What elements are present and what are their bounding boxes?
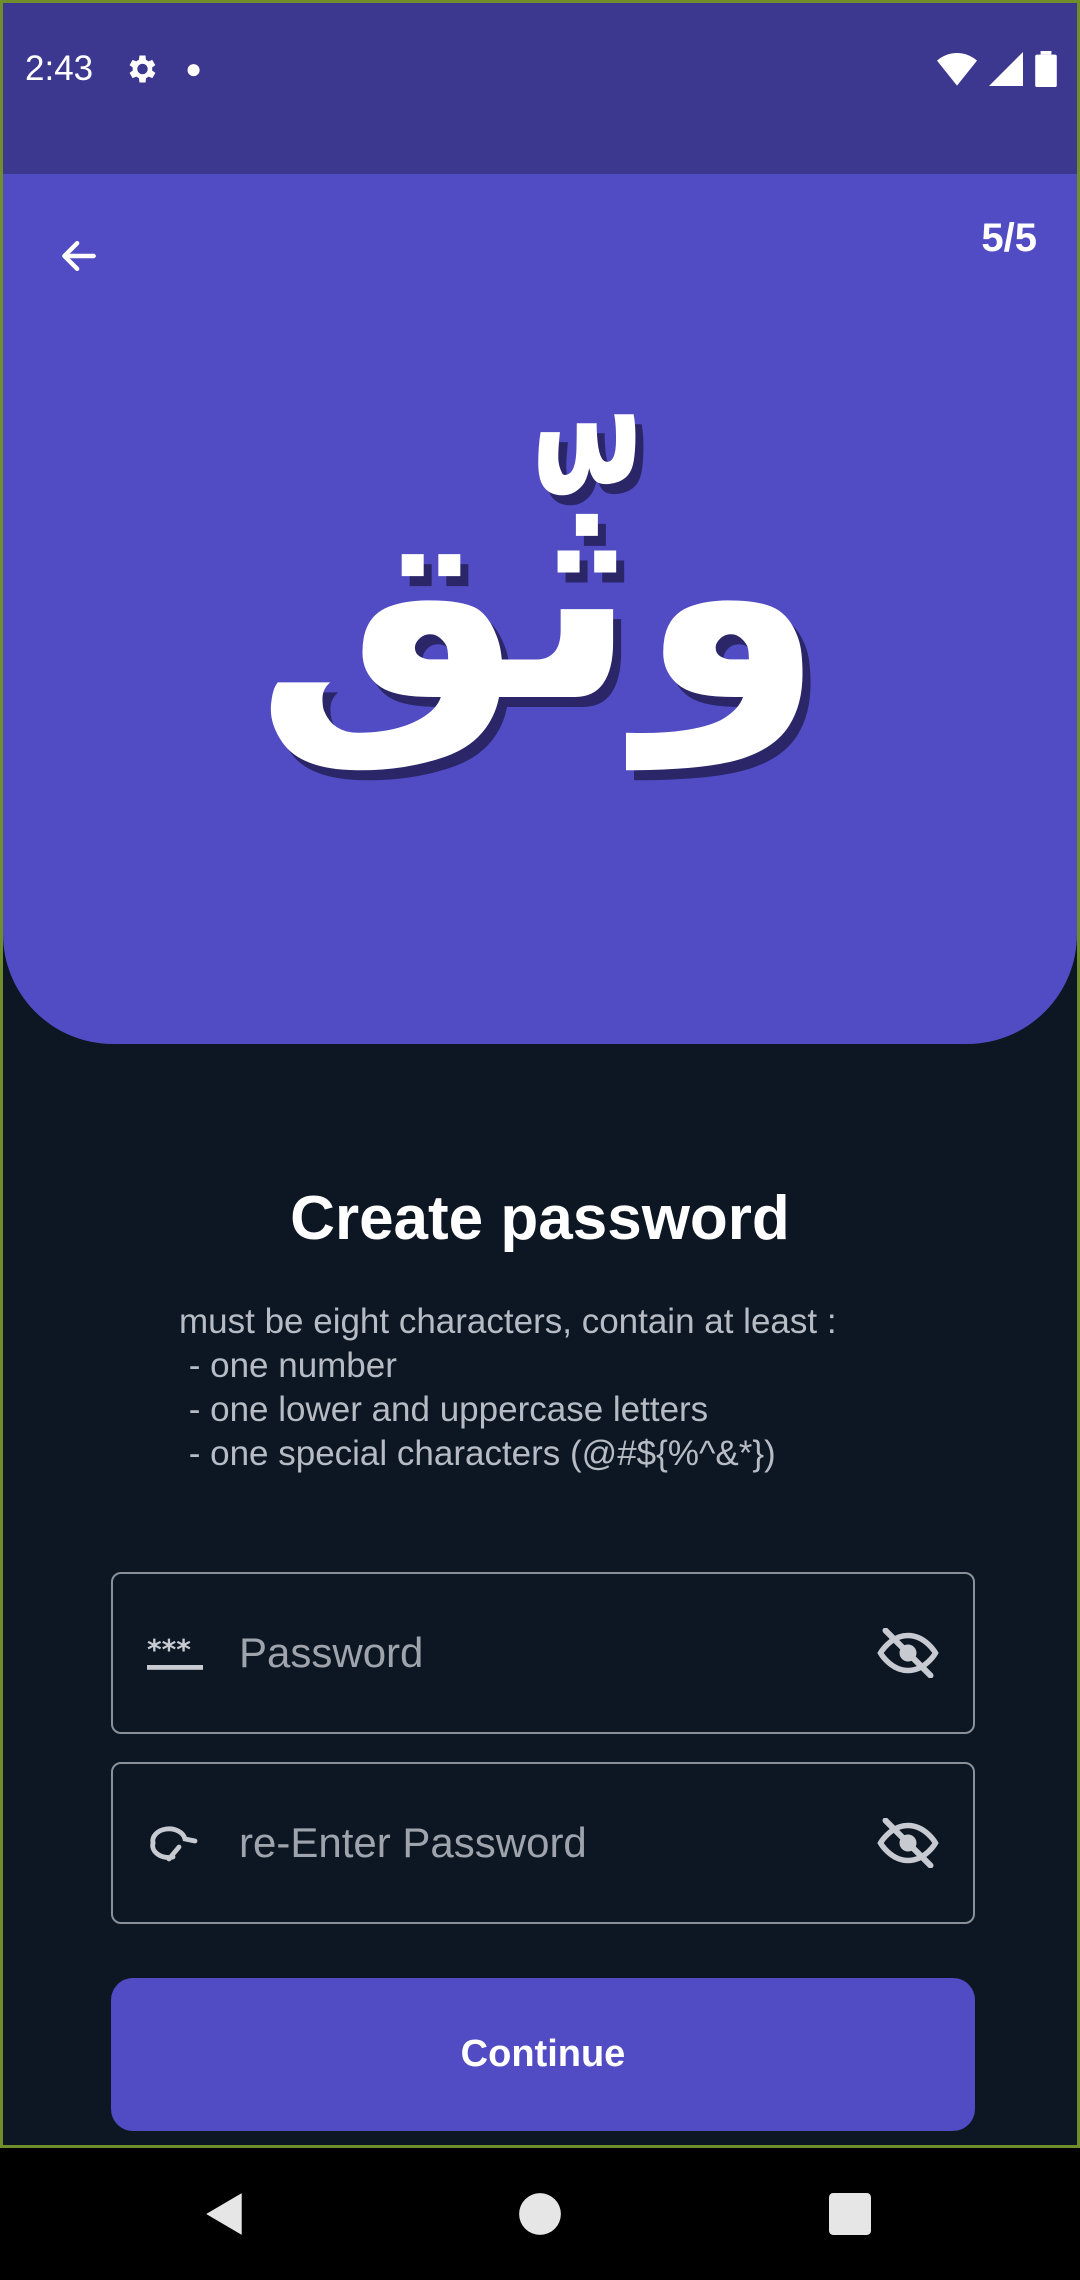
reenter-password-field[interactable] [111,1762,975,1924]
system-nav-bar [0,2148,1080,2280]
signal-icon [989,52,1023,86]
rule-line: - one special characters (@#${%^&*}) [179,1434,776,1473]
battery-icon [1035,51,1057,87]
nav-back-button[interactable] [165,2148,285,2280]
page-title: Create password [290,1184,790,1253]
nav-recents-button[interactable] [790,2148,910,2280]
status-icons [937,51,1057,87]
rule-line: must be eight characters, contain at lea… [179,1302,837,1341]
app-frame: 2:43 ● 5/5 وثّق Create password must be … [0,0,1080,2148]
notification-dot-icon: ● [185,52,203,84]
recents-square-icon [829,2193,871,2235]
rule-line: - one number [179,1346,397,1385]
header-banner: 5/5 وثّق [3,174,1077,1044]
password-icon: *** [147,1633,207,1673]
arrow-left-icon [62,240,96,272]
password-rules: must be eight characters, contain at lea… [179,1300,837,1476]
continue-button[interactable]: Continue [111,1978,975,2131]
home-circle-icon [519,2193,561,2235]
back-button[interactable] [49,226,109,286]
password-field[interactable]: *** [111,1572,975,1734]
eye-off-icon[interactable] [873,1623,943,1683]
back-triangle-icon [206,2193,242,2235]
reenter-password-input[interactable] [239,1819,873,1867]
eye-off-icon[interactable] [873,1813,943,1873]
rule-line: - one lower and uppercase letters [179,1390,709,1429]
redo-icon [147,1823,207,1863]
wifi-icon [937,53,977,86]
svg-text:***: *** [147,1633,191,1666]
app-logo: وثّق [255,419,825,768]
status-time: 2:43 [25,48,94,88]
status-bar: 2:43 ● [3,3,1077,174]
password-input[interactable] [239,1629,873,1677]
nav-home-button[interactable] [480,2148,600,2280]
gear-icon [129,55,156,82]
step-indicator: 5/5 [981,216,1037,260]
